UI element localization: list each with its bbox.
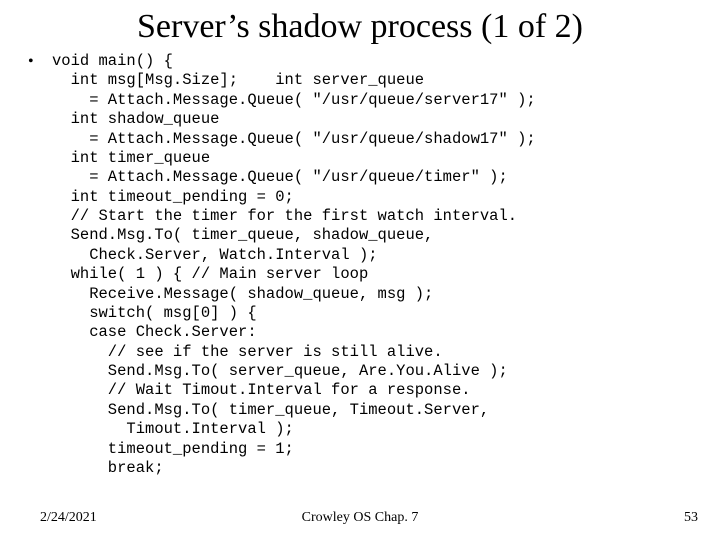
- bullet-icon: •: [28, 52, 52, 478]
- slide-body: • void main() { int msg[Msg.Size]; int s…: [0, 52, 720, 478]
- slide: Server’s shadow process (1 of 2) • void …: [0, 0, 720, 540]
- code-block: void main() { int msg[Msg.Size]; int ser…: [52, 52, 536, 478]
- footer-page-number: 53: [684, 510, 698, 526]
- footer-center: Crowley OS Chap. 7: [0, 510, 720, 526]
- slide-title: Server’s shadow process (1 of 2): [0, 0, 720, 52]
